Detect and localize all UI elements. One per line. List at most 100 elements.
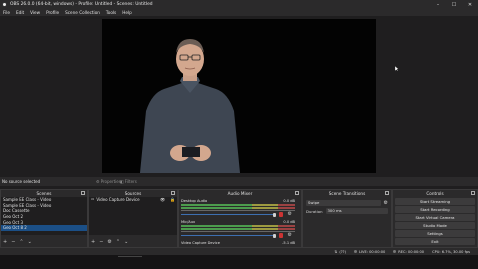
scenes-list[interactable]: Sample EE Class - Video Sample EE Class … xyxy=(1,197,87,235)
dock-float-icon[interactable] xyxy=(81,191,85,195)
controls-header: Controls xyxy=(393,190,477,197)
controls-dock: Controls Start Streaming Start Recording… xyxy=(392,189,478,248)
menu-profile[interactable]: Profile xyxy=(43,10,62,15)
gear-icon[interactable]: ⚙ xyxy=(288,232,292,238)
scenes-toolbar: + − ⌃ ⌄ xyxy=(1,238,87,247)
volume-slider-handle[interactable] xyxy=(273,233,276,238)
gear-icon: ⚙ xyxy=(96,179,100,184)
mixer-channel: Mic/Aux 0.0 dB ⚙ xyxy=(181,220,295,238)
filter-icon: ◧ xyxy=(120,179,124,184)
menu-scene-collection[interactable]: Scene Collection xyxy=(62,10,103,15)
mute-icon[interactable] xyxy=(279,211,283,217)
presenter-video xyxy=(140,39,240,173)
channel-db: 0.0 dB xyxy=(283,199,295,203)
source-item[interactable]: ▭ Video Capture Device 👁 🔒 xyxy=(89,197,177,203)
menu-edit[interactable]: Edit xyxy=(13,10,27,15)
volume-slider-handle[interactable] xyxy=(273,212,276,217)
settings-button[interactable]: Settings xyxy=(395,230,475,237)
title-bar: OBS 26.0.0 (64-bit, windows) - Profile: … xyxy=(0,0,478,9)
live-status: LIVE: 00:00:00 xyxy=(353,250,385,254)
volume-meter xyxy=(181,204,295,206)
channel-db: 0.0 dB xyxy=(283,220,295,224)
studio-mode-button[interactable]: Studio Mode xyxy=(395,222,475,229)
status-bar: ⇅ (??) LIVE: 00:00:00 REC: 00:00:00 CPU:… xyxy=(0,248,478,255)
dock-float-icon[interactable] xyxy=(471,191,475,195)
volume-meter xyxy=(181,207,295,209)
filters-button[interactable]: ◧ Filters xyxy=(120,178,137,185)
preview-canvas[interactable] xyxy=(102,19,376,173)
rec-status: REC: 00:00:00 xyxy=(393,250,424,254)
mixer-channel: Video Capture Device -5.1 dB xyxy=(181,241,295,245)
sources-dock: Sources ▭ Video Capture Device 👁 🔒 + − ⚙… xyxy=(88,189,178,248)
move-down-icon[interactable]: ⌄ xyxy=(124,240,128,245)
channel-name: Video Capture Device xyxy=(181,241,220,245)
channel-db: -5.1 dB xyxy=(282,241,295,245)
source-toolbar: No source selected ⚙ Properties ◧ Filter… xyxy=(0,177,478,186)
minimize-icon[interactable]: – xyxy=(430,0,446,9)
camera-icon: ▭ xyxy=(91,197,95,201)
maximize-icon[interactable]: ☐ xyxy=(446,0,462,9)
mixer-channel: Desktop Audio 0.0 dB ⚙ xyxy=(181,199,295,217)
sources-toolbar: + − ⚙ ⌃ ⌄ xyxy=(89,238,177,247)
add-icon[interactable]: + xyxy=(3,240,7,245)
start-recording-button[interactable]: Start Recording xyxy=(395,206,475,213)
remove-icon[interactable]: − xyxy=(99,240,103,245)
add-icon[interactable]: + xyxy=(91,240,95,245)
obs-logo-icon xyxy=(2,2,7,7)
move-down-icon[interactable]: ⌄ xyxy=(28,240,32,245)
gear-icon[interactable]: ⚙ xyxy=(384,200,388,206)
dropped-frames: ⇅ (??) xyxy=(334,249,346,254)
menu-tools[interactable]: Tools xyxy=(103,10,119,15)
scene-transitions-header: Scene Transitions xyxy=(303,190,391,197)
transition-row: Swipe ⚙ xyxy=(306,200,388,206)
rec-indicator-icon xyxy=(393,250,397,253)
meter-scale xyxy=(181,209,295,212)
move-up-icon[interactable]: ⌃ xyxy=(19,240,23,245)
audio-mixer-header: Audio Mixer xyxy=(179,190,301,197)
exit-button[interactable]: Exit xyxy=(395,238,475,245)
menu-file[interactable]: File xyxy=(0,10,13,15)
start-virtual-camera-button[interactable]: Start Virtual Camera xyxy=(395,214,475,221)
live-indicator-icon xyxy=(353,250,357,253)
dock-float-icon[interactable] xyxy=(295,191,299,195)
dock-float-icon[interactable] xyxy=(385,191,389,195)
scenes-dock: Scenes Sample EE Class - Video Sample EE… xyxy=(0,189,88,248)
gear-icon[interactable]: ⚙ xyxy=(107,240,111,245)
properties-button[interactable]: ⚙ Properties xyxy=(96,178,121,185)
scene-item-selected[interactable]: Geo Oct 8 2 xyxy=(1,225,87,232)
sources-list[interactable]: ▭ Video Capture Device 👁 🔒 xyxy=(89,197,177,235)
meter-scale xyxy=(181,230,295,233)
network-icon: ⇅ xyxy=(334,249,338,254)
volume-meter xyxy=(181,225,295,227)
channel-name: Desktop Audio xyxy=(181,199,208,203)
cpu-status: CPU: 6.7%, 30.00 fps xyxy=(432,249,470,254)
close-icon[interactable]: ✕ xyxy=(462,0,478,9)
lock-icon[interactable]: 🔒 xyxy=(170,197,175,203)
duration-label: Duration xyxy=(306,208,323,214)
resize-grip[interactable] xyxy=(118,256,142,257)
scenes-header: Scenes xyxy=(1,190,87,197)
gear-icon[interactable]: ⚙ xyxy=(288,211,292,217)
eye-icon[interactable]: 👁 xyxy=(160,197,165,203)
channel-name: Mic/Aux xyxy=(181,220,196,224)
mute-icon[interactable] xyxy=(279,232,283,238)
start-streaming-button[interactable]: Start Streaming xyxy=(395,198,475,205)
volume-meter xyxy=(181,228,295,230)
menu-bar: File Edit View Profile Scene Collection … xyxy=(0,9,478,16)
window-title: OBS 26.0.0 (64-bit, windows) - Profile: … xyxy=(10,2,153,7)
preview-area xyxy=(0,16,478,176)
transition-select[interactable]: Swipe xyxy=(306,200,381,206)
volume-slider[interactable]: ⚙ xyxy=(181,232,295,238)
move-up-icon[interactable]: ⌃ xyxy=(116,240,120,245)
no-source-label: No source selected xyxy=(2,179,41,184)
menu-help[interactable]: Help xyxy=(119,10,135,15)
remove-icon[interactable]: − xyxy=(11,240,15,245)
duration-input[interactable]: 300 ms xyxy=(325,208,388,214)
mouse-cursor-icon xyxy=(395,66,399,71)
dock-float-icon[interactable] xyxy=(171,191,175,195)
taskbar xyxy=(0,255,478,269)
menu-view[interactable]: View xyxy=(27,10,43,15)
volume-slider[interactable]: ⚙ xyxy=(181,211,295,217)
duration-row: Duration 300 ms xyxy=(306,208,388,214)
audio-mixer-dock: Audio Mixer Desktop Audio 0.0 dB ⚙ Mic/A… xyxy=(178,189,302,248)
